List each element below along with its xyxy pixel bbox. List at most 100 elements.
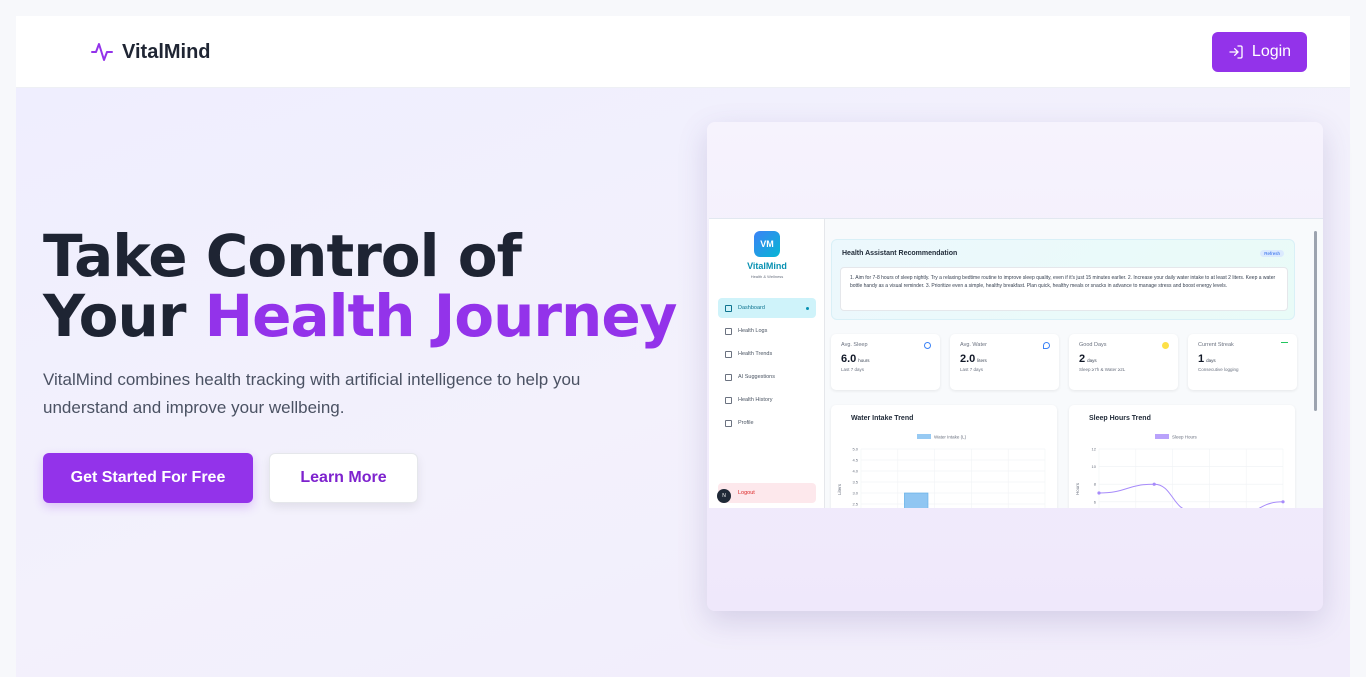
y-axis-label: Hours bbox=[1075, 482, 1080, 495]
stat-number: 2 bbox=[1079, 353, 1086, 365]
stat-number: 6.0 bbox=[841, 353, 857, 365]
sidebar-item-label: Health Logs bbox=[738, 328, 768, 334]
headline-line-1: Take Control of bbox=[43, 222, 522, 290]
avatar: N bbox=[717, 489, 731, 503]
y-tick-label: 10 bbox=[1092, 464, 1097, 469]
sidebar-item-dashboard: Dashboard bbox=[718, 298, 816, 318]
recommendation-body: 1. Aim for 7-8 hours of sleep nightly. T… bbox=[840, 267, 1288, 311]
legend-swatch bbox=[1155, 434, 1169, 439]
data-point bbox=[1152, 482, 1156, 486]
stat-number: 2.0 bbox=[960, 353, 976, 365]
brand[interactable]: VitalMind bbox=[90, 40, 211, 64]
legend-swatch bbox=[917, 434, 931, 439]
headline-line-2: Your bbox=[43, 282, 205, 350]
clock-icon bbox=[924, 342, 931, 349]
stat-card-sleep: Avg. Sleep 6.0 hours Last 7 days bbox=[831, 334, 940, 390]
recommendation-title: Health Assistant Recommendation bbox=[842, 250, 958, 257]
chart-title: Water Intake Trend bbox=[851, 415, 914, 422]
sidebar-item-ai-suggestions: AI Suggestions bbox=[718, 367, 816, 387]
stat-card-good-days: Good Days 2 days Sleep ≥7h & Water ≥2L bbox=[1069, 334, 1178, 390]
login-label: Login bbox=[1251, 43, 1292, 60]
sidebar-item-label: Health History bbox=[738, 397, 773, 403]
login-icon bbox=[1229, 45, 1243, 59]
preview-brand: VitalMind bbox=[747, 261, 787, 271]
stat-number: 1 bbox=[1198, 353, 1205, 365]
stat-label: Good Days bbox=[1079, 342, 1107, 348]
y-tick-label: 4.0 bbox=[852, 469, 858, 474]
sidebar-item-label: Dashboard bbox=[738, 305, 765, 311]
spark-icon bbox=[725, 373, 732, 381]
sidebar-item-label: Profile bbox=[738, 420, 754, 426]
stat-sub: Sleep ≥7h & Water ≥2L bbox=[1079, 367, 1126, 372]
stat-unit: days bbox=[1206, 358, 1216, 363]
stat-value: 1 days bbox=[1198, 353, 1287, 365]
get-started-button[interactable]: Get Started For Free bbox=[43, 453, 253, 503]
y-tick-label: 6 bbox=[1094, 499, 1097, 504]
stat-value: 2 days bbox=[1079, 353, 1168, 365]
home-icon bbox=[725, 304, 732, 312]
preview-tagline: Health & Wellness bbox=[750, 274, 784, 279]
legend-label: Water Intake (L) bbox=[934, 435, 967, 440]
y-tick-label: 12 bbox=[1092, 447, 1097, 452]
scroll-thumb bbox=[1314, 231, 1317, 411]
preview-logo: VM bbox=[754, 231, 780, 257]
stat-label: Avg. Sleep bbox=[841, 342, 868, 348]
data-point bbox=[1281, 500, 1285, 504]
recommendation-card: Health Assistant Recommendation Refresh … bbox=[831, 239, 1295, 320]
active-dot bbox=[806, 306, 809, 310]
stat-sub: Consecutive logging bbox=[1198, 367, 1239, 372]
dashboard-preview-card: VM VitalMind Health & Wellness Dashboard… bbox=[707, 122, 1323, 611]
series-line bbox=[1098, 483, 1284, 508]
sun-icon bbox=[1162, 342, 1169, 349]
droplet-icon bbox=[1043, 342, 1050, 349]
brand-name: VitalMind bbox=[122, 40, 211, 63]
activity-icon bbox=[725, 327, 732, 335]
sleep-chart-card: Sleep HoursHours12108642 Sleep Hours Tre… bbox=[1069, 405, 1295, 508]
y-tick-label: 8 bbox=[1094, 482, 1097, 487]
trend-icon bbox=[725, 350, 732, 358]
water-chart-card: Water Intake (L) Liters 5.0 4.5 4.0 3.5 3.0 2.5… bbox=[831, 405, 1057, 508]
hero-subtext: VitalMind combines health tracking with … bbox=[43, 370, 581, 417]
pulse-icon bbox=[91, 43, 113, 61]
hero-headline: Take Control of Your Health Journey bbox=[43, 226, 677, 346]
login-button[interactable]: Login bbox=[1212, 32, 1307, 72]
user-icon bbox=[725, 419, 732, 427]
y-tick-label: 5.0 bbox=[852, 447, 858, 452]
stat-unit: liters bbox=[977, 358, 987, 363]
bar bbox=[904, 492, 929, 508]
preview-sidebar: VM VitalMind Health & Wellness Dashboard… bbox=[709, 219, 825, 508]
stat-sub: Last 7 days bbox=[960, 367, 984, 372]
stat-unit: hours bbox=[858, 358, 870, 363]
stat-card-streak: Current Streak 1 days Consecutive logging bbox=[1188, 334, 1297, 390]
chart-title: Sleep Hours Trend bbox=[1089, 415, 1151, 422]
sidebar-item-profile: Profile bbox=[718, 413, 816, 433]
y-axis-label: Liters bbox=[837, 483, 842, 495]
stat-label: Current Streak bbox=[1198, 342, 1234, 348]
dashboard-screenshot: VM VitalMind Health & Wellness Dashboard… bbox=[709, 218, 1323, 508]
history-icon bbox=[725, 396, 732, 404]
y-tick-label: 3.5 bbox=[852, 480, 858, 485]
stat-sub: Last 7 days bbox=[841, 367, 865, 372]
sidebar-item-health-trends: Health Trends bbox=[718, 344, 816, 364]
trend-up-icon bbox=[1281, 342, 1288, 349]
refresh-badge: Refresh bbox=[1260, 250, 1284, 257]
preview-scrollbar bbox=[1313, 225, 1318, 507]
sidebar-item-label: AI Suggestions bbox=[738, 374, 775, 380]
data-point bbox=[1097, 491, 1101, 495]
legend-label: Sleep Hours bbox=[1172, 435, 1198, 440]
sidebar-item-label: Health Trends bbox=[738, 351, 773, 357]
logout-button: Logout bbox=[718, 483, 816, 503]
hero-section: Take Control of Your Health Journey Vita… bbox=[16, 88, 1350, 677]
stat-label: Avg. Water bbox=[960, 342, 987, 348]
headline-accent: Health Journey bbox=[204, 282, 678, 350]
y-tick-label: 3.0 bbox=[852, 491, 858, 496]
y-tick-label: 4.5 bbox=[852, 458, 858, 463]
stat-card-water: Avg. Water 2.0 liters Last 7 days bbox=[950, 334, 1059, 390]
stat-value: 6.0 hours bbox=[841, 353, 930, 365]
stat-value: 2.0 liters bbox=[960, 353, 1049, 365]
learn-more-button[interactable]: Learn More bbox=[269, 453, 418, 503]
stat-unit: days bbox=[1087, 358, 1097, 363]
sidebar-item-health-logs: Health Logs bbox=[718, 321, 816, 341]
y-tick-label: 2.5 bbox=[852, 502, 858, 507]
top-navbar: VitalMind Login bbox=[16, 16, 1350, 88]
